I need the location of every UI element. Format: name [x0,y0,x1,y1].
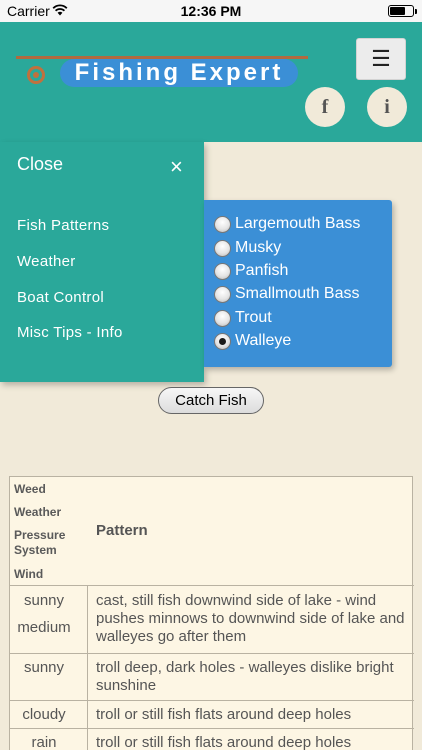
header-weather: Weather [14,505,62,519]
info-button[interactable]: i [367,87,407,127]
pattern-table: Weed Weather Pressure System Wind Patter… [9,476,414,750]
radio-button[interactable] [214,286,231,303]
drawer-close-label[interactable]: Close [17,154,63,175]
status-bar: Carrier 12:36 PM [0,0,422,22]
hamburger-icon: ☰ [371,46,391,71]
drawer-item-misc-tips[interactable]: Misc Tips - Info [17,324,123,341]
row-1-wind: medium [17,619,71,636]
row-divider [10,700,414,701]
close-icon[interactable]: × [170,156,183,178]
row-1-weather: sunny [23,592,65,609]
radio-button[interactable] [214,263,231,280]
row-4-pattern: troll or still fish flats around deep ho… [96,734,352,750]
drawer-item-boat-control[interactable]: Boat Control [17,289,104,306]
fish-selector: Largemouth Bass Musky Panfish Smallmouth… [204,200,392,367]
radio-button[interactable] [214,240,231,257]
battery-icon [388,5,417,17]
radio-button[interactable] [214,216,231,233]
status-time: 12:36 PM [180,3,242,19]
fish-option-label: Smallmouth Bass [235,285,360,302]
row-4-weather: rain [31,734,57,750]
row-1-pattern: cast, still fish downwind side of lake -… [96,592,405,645]
column-divider [87,585,88,750]
fish-option-label: Trout [235,309,272,326]
side-drawer: Close × Fish Patterns Weather Boat Contr… [0,142,204,382]
header-weed: Weed [14,482,46,496]
radio-button[interactable] [214,310,231,327]
fish-option-label: Walleye [235,332,292,349]
app-title: Fishing Expert [74,59,284,86]
app-header: Fishing Expert ☰ f i [0,22,422,142]
fish-option-label: Musky [235,239,282,256]
row-divider [10,585,414,586]
menu-button[interactable]: ☰ [356,38,406,80]
row-divider [10,653,414,654]
catch-fish-button[interactable]: Catch Fish [158,387,264,414]
row-2-weather: sunny [23,659,65,676]
drawer-item-weather[interactable]: Weather [17,253,76,270]
bobber-icon [27,66,45,84]
facebook-button[interactable]: f [305,87,345,127]
header-pattern: Pattern [96,522,148,539]
header-wind: Wind [14,567,44,581]
drawer-item-fish-patterns[interactable]: Fish Patterns [17,217,109,234]
fish-option-label: Largemouth Bass [235,215,361,232]
row-divider [10,728,414,729]
row-3-weather: cloudy [22,706,66,723]
fish-option-label: Panfish [235,262,289,279]
row-2-pattern: troll deep, dark holes - walleyes dislik… [96,659,394,694]
radio-button-selected[interactable] [214,333,231,350]
header-pressure-system: Pressure System [14,528,66,557]
row-3-pattern: troll or still fish flats around deep ho… [96,706,352,723]
